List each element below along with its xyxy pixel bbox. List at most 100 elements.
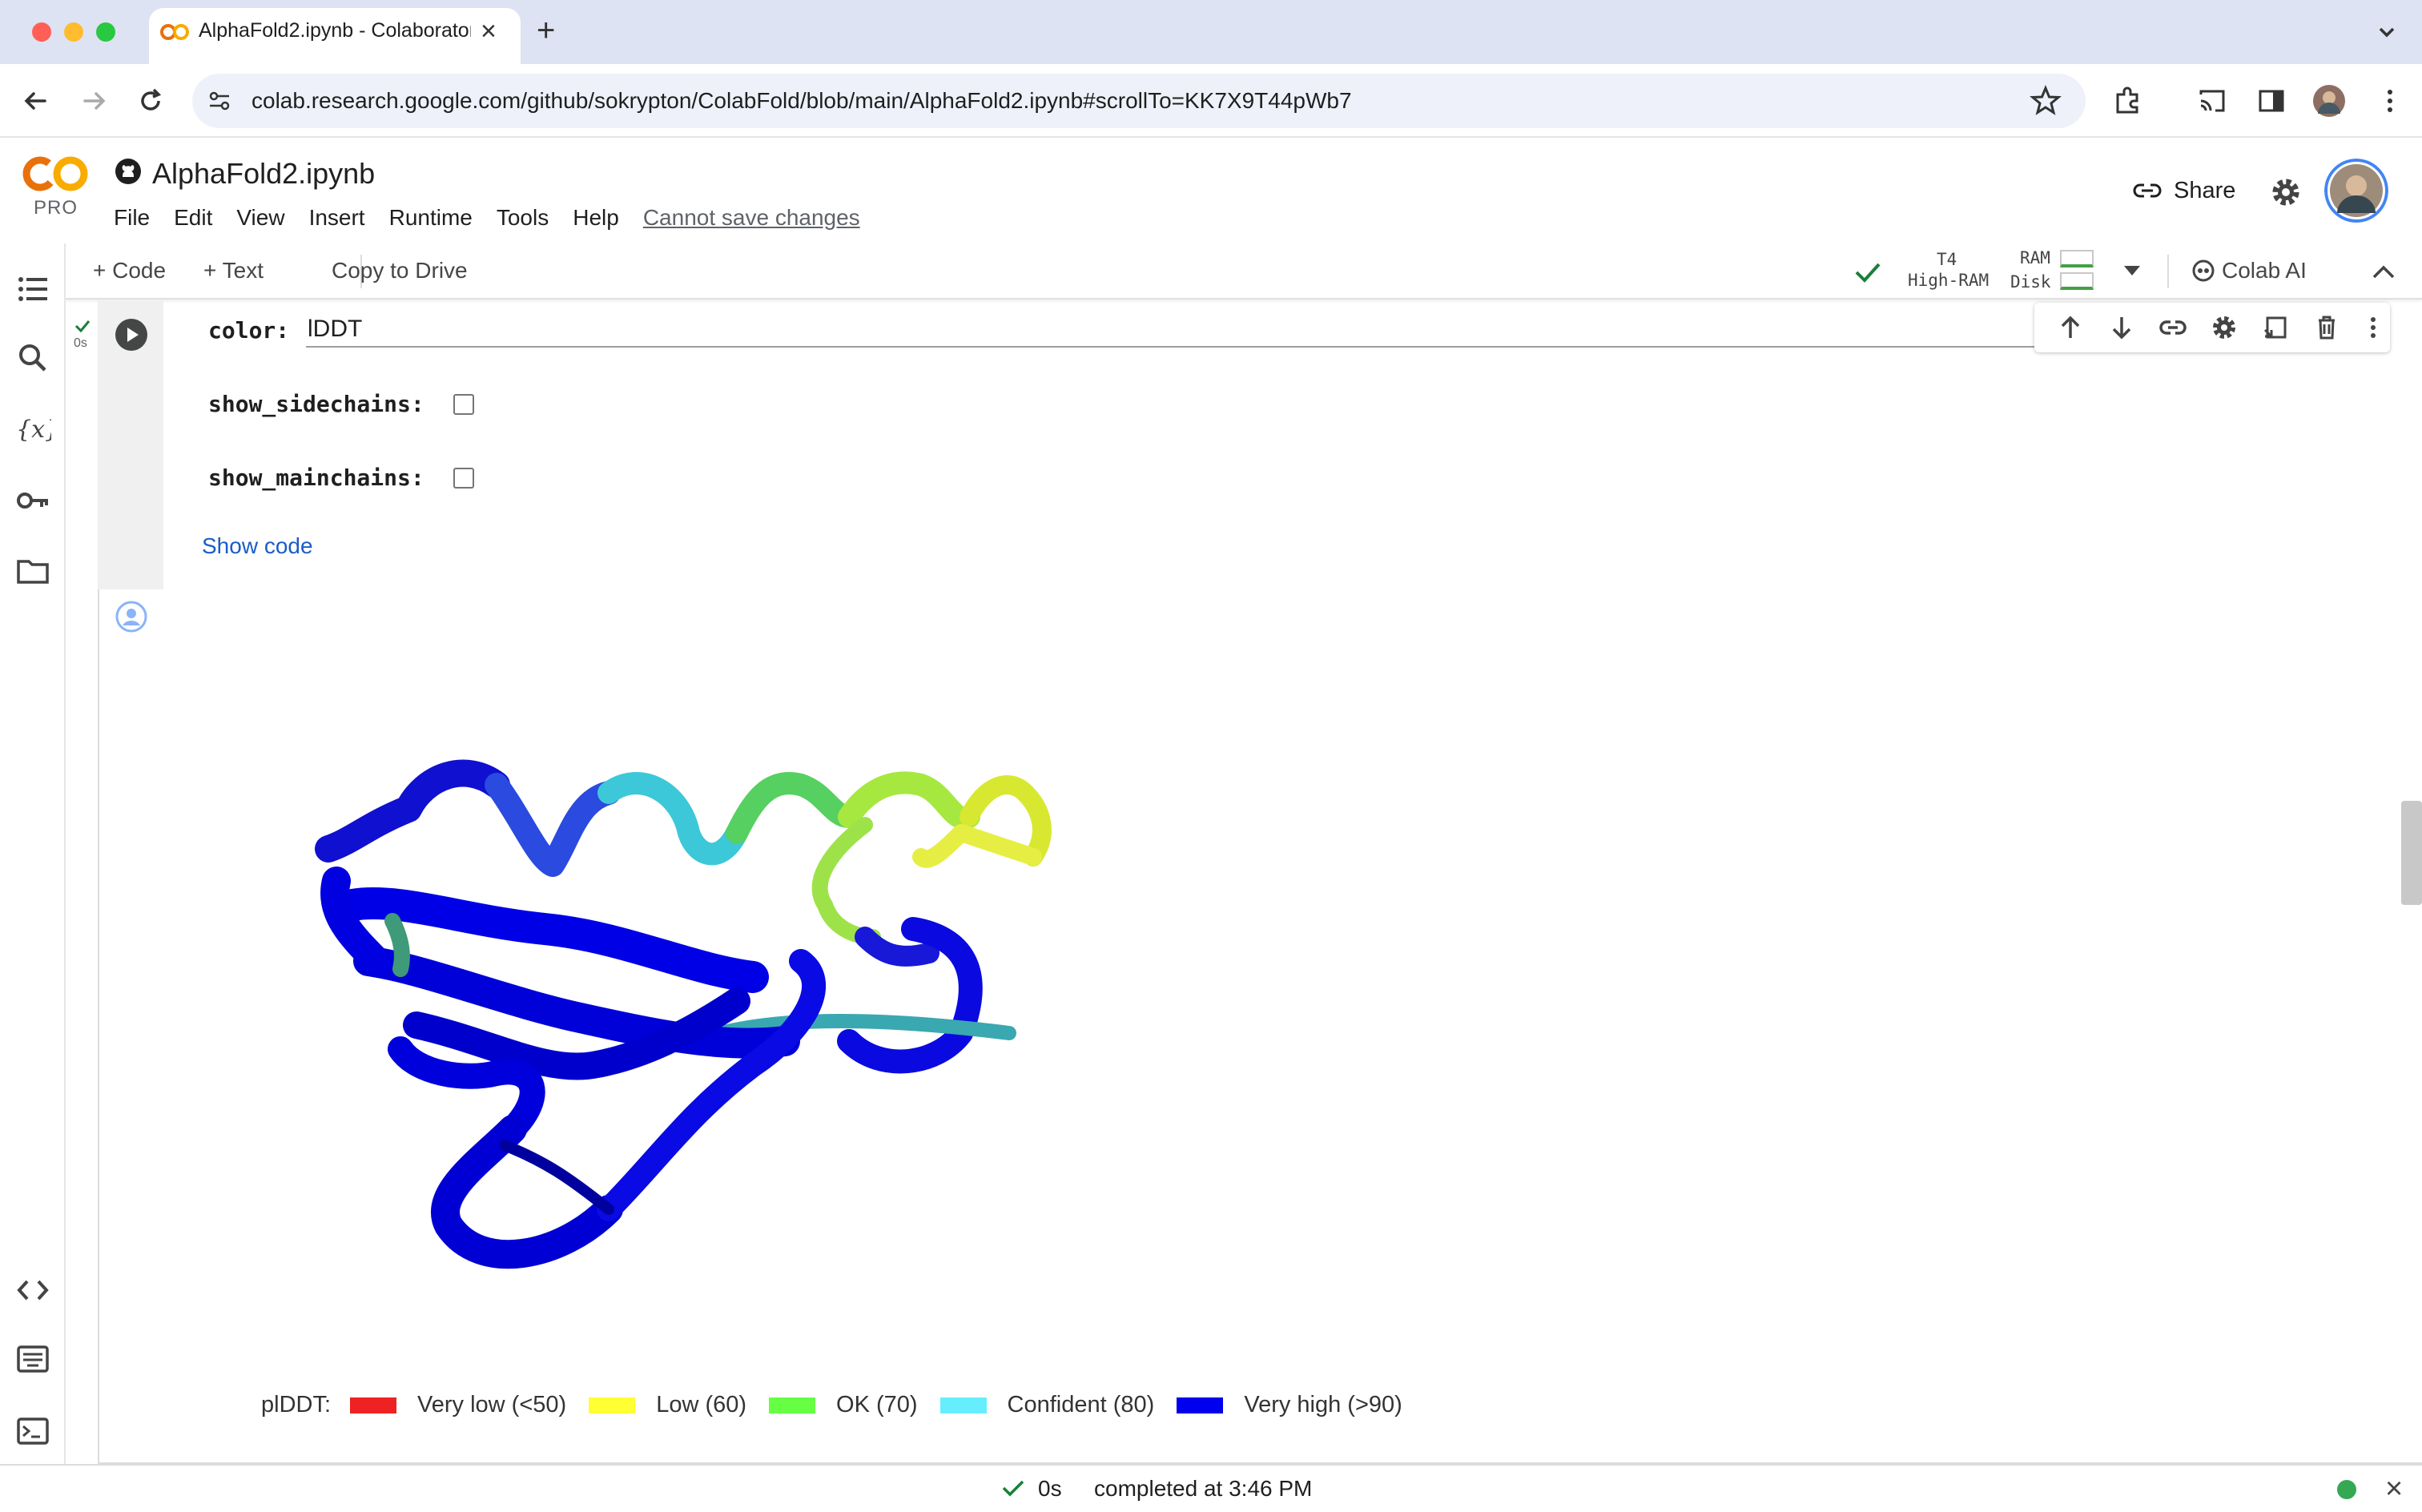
show-sidechains-checkbox[interactable] [453,394,474,415]
notebook-scrollbar[interactable] [2401,801,2422,905]
table-of-contents-icon[interactable] [14,271,51,308]
extensions-icon[interactable] [2110,83,2145,119]
site-info-icon[interactable] [207,88,232,114]
move-cell-down-icon[interactable] [2106,312,2137,343]
runtime-connected-check-icon [1855,263,1881,283]
share-button[interactable]: Share [2132,171,2235,210]
menu-help[interactable]: Help [573,205,619,231]
url-text: colab.research.google.com/github/sokrypt… [251,88,1352,113]
menu-insert[interactable]: Insert [309,205,365,231]
status-check-icon [1002,1480,1024,1497]
terminal-icon[interactable] [14,1413,51,1450]
svg-text:{x}: {x} [16,416,51,444]
share-label: Share [2174,177,2236,203]
cast-icon[interactable] [2195,83,2230,119]
status-completed-text[interactable]: completed at 3:46 PM [1094,1476,1312,1502]
cell-executed-check-icon [74,320,91,333]
browser-tabstrip: AlphaFold2.ipynb - Colaboratory × + [0,0,2422,66]
copy-to-drive-button[interactable]: Copy to Drive [332,258,468,284]
back-arrow-icon[interactable] [19,85,51,117]
link-icon [2133,183,2162,198]
menu-file[interactable]: File [114,205,150,231]
forward-arrow-icon[interactable] [78,85,111,117]
user-avatar[interactable] [2324,159,2388,223]
secrets-key-icon[interactable] [14,482,51,519]
runtime-dropdown-icon[interactable] [2122,264,2142,277]
mirror-cell-in-tab-icon[interactable] [2260,312,2291,343]
legend-swatch-very-high [1177,1397,1224,1413]
legend-label-very-high: Very high (>90) [1244,1392,1402,1418]
legend-label-very-low: Very low (<50) [417,1392,567,1418]
add-code-button[interactable]: + Code [93,258,166,284]
delete-cell-icon[interactable] [2311,312,2342,343]
protein-structure-view[interactable] [304,697,1121,1305]
status-close-icon[interactable]: × [2385,1472,2403,1506]
code-snippets-icon[interactable] [14,1272,51,1309]
mainchains-param-label: show_mainchains: [208,464,424,491]
tab-search-chevron-icon[interactable] [2369,18,2404,46]
status-exec-time: 0s [1038,1476,1062,1501]
save-status-link[interactable]: Cannot save changes [643,205,860,231]
tab-close-icon[interactable]: × [481,16,497,47]
side-panel-icon[interactable] [2254,83,2289,119]
colab-ai-label: Colab AI [2222,258,2307,283]
disk-usage-bar [2060,272,2094,290]
command-palette-icon[interactable] [14,1341,51,1377]
output-user-icon [115,601,147,633]
tab-title: AlphaFold2.ipynb - Colaboratory [199,19,471,42]
cell-settings-icon[interactable] [2209,312,2239,343]
show-code-link[interactable]: Show code [202,533,313,559]
color-param-input[interactable]: lDDT [306,316,2116,348]
color-param-label: color: [208,317,290,344]
menu-view[interactable]: View [236,205,284,231]
legend-label-ok: OK (70) [836,1392,918,1418]
more-cell-actions-icon[interactable] [2358,312,2388,343]
browser-toolbar: colab.research.google.com/github/sokrypt… [0,64,2422,138]
add-text-button[interactable]: + Text [203,258,264,284]
legend-title: plDDT: [261,1392,332,1418]
runtime-ram-type-label[interactable]: High-RAM [1908,271,1989,290]
reload-icon[interactable] [135,85,167,117]
browser-menu-icon[interactable] [2372,83,2408,119]
pro-label: PRO [34,197,78,219]
collapse-header-icon[interactable] [2369,259,2398,284]
runtime-gpu-label[interactable]: T4 [1937,250,1957,269]
window-close-button[interactable] [32,22,51,42]
files-folder-icon[interactable] [14,553,51,589]
cell-exec-time: 0s [74,336,87,350]
legend-swatch-confident [939,1397,987,1413]
show-mainchains-checkbox[interactable] [453,468,474,489]
settings-gear-icon[interactable] [2268,175,2303,210]
colab-ai-button[interactable]: Colab AI [2191,258,2307,284]
ram-usage-bar [2060,250,2094,267]
colab-logo-icon[interactable] [21,154,90,194]
new-tab-icon[interactable]: + [537,13,555,49]
legend-swatch-ok [769,1397,816,1413]
search-icon[interactable] [14,340,51,376]
legend-label-low: Low (60) [656,1392,747,1418]
menu-runtime[interactable]: Runtime [389,205,473,231]
left-sidebar: {x} [0,243,66,1464]
colab-favicon-icon [160,24,189,40]
toolbar-divider-right [2167,255,2169,288]
sidechains-param-label: show_sidechains: [208,391,424,417]
bookmark-star-icon[interactable] [2028,83,2063,119]
menubar: File Edit View Insert Runtime Tools Help… [114,205,860,231]
menu-edit[interactable]: Edit [174,205,212,231]
disk-label: Disk [2010,272,2051,292]
plddt-legend: plDDT: Very low (<50) Low (60) OK (70) C… [261,1392,1402,1418]
legend-swatch-very-low [350,1397,397,1413]
variables-icon[interactable]: {x} [14,410,51,447]
copy-cell-link-icon[interactable] [2158,312,2188,343]
profile-avatar-small[interactable] [2311,83,2347,119]
menu-tools[interactable]: Tools [497,205,549,231]
window-minimize-button[interactable] [64,22,83,42]
move-cell-up-icon[interactable] [2055,312,2086,343]
notebook-title[interactable]: AlphaFold2.ipynb [152,157,375,191]
legend-label-confident: Confident (80) [1007,1392,1155,1418]
github-icon [115,159,141,184]
ram-label: RAM [2020,248,2050,267]
window-maximize-button[interactable] [96,22,115,42]
run-cell-button[interactable] [115,319,147,351]
colab-ai-icon [2192,259,2215,282]
